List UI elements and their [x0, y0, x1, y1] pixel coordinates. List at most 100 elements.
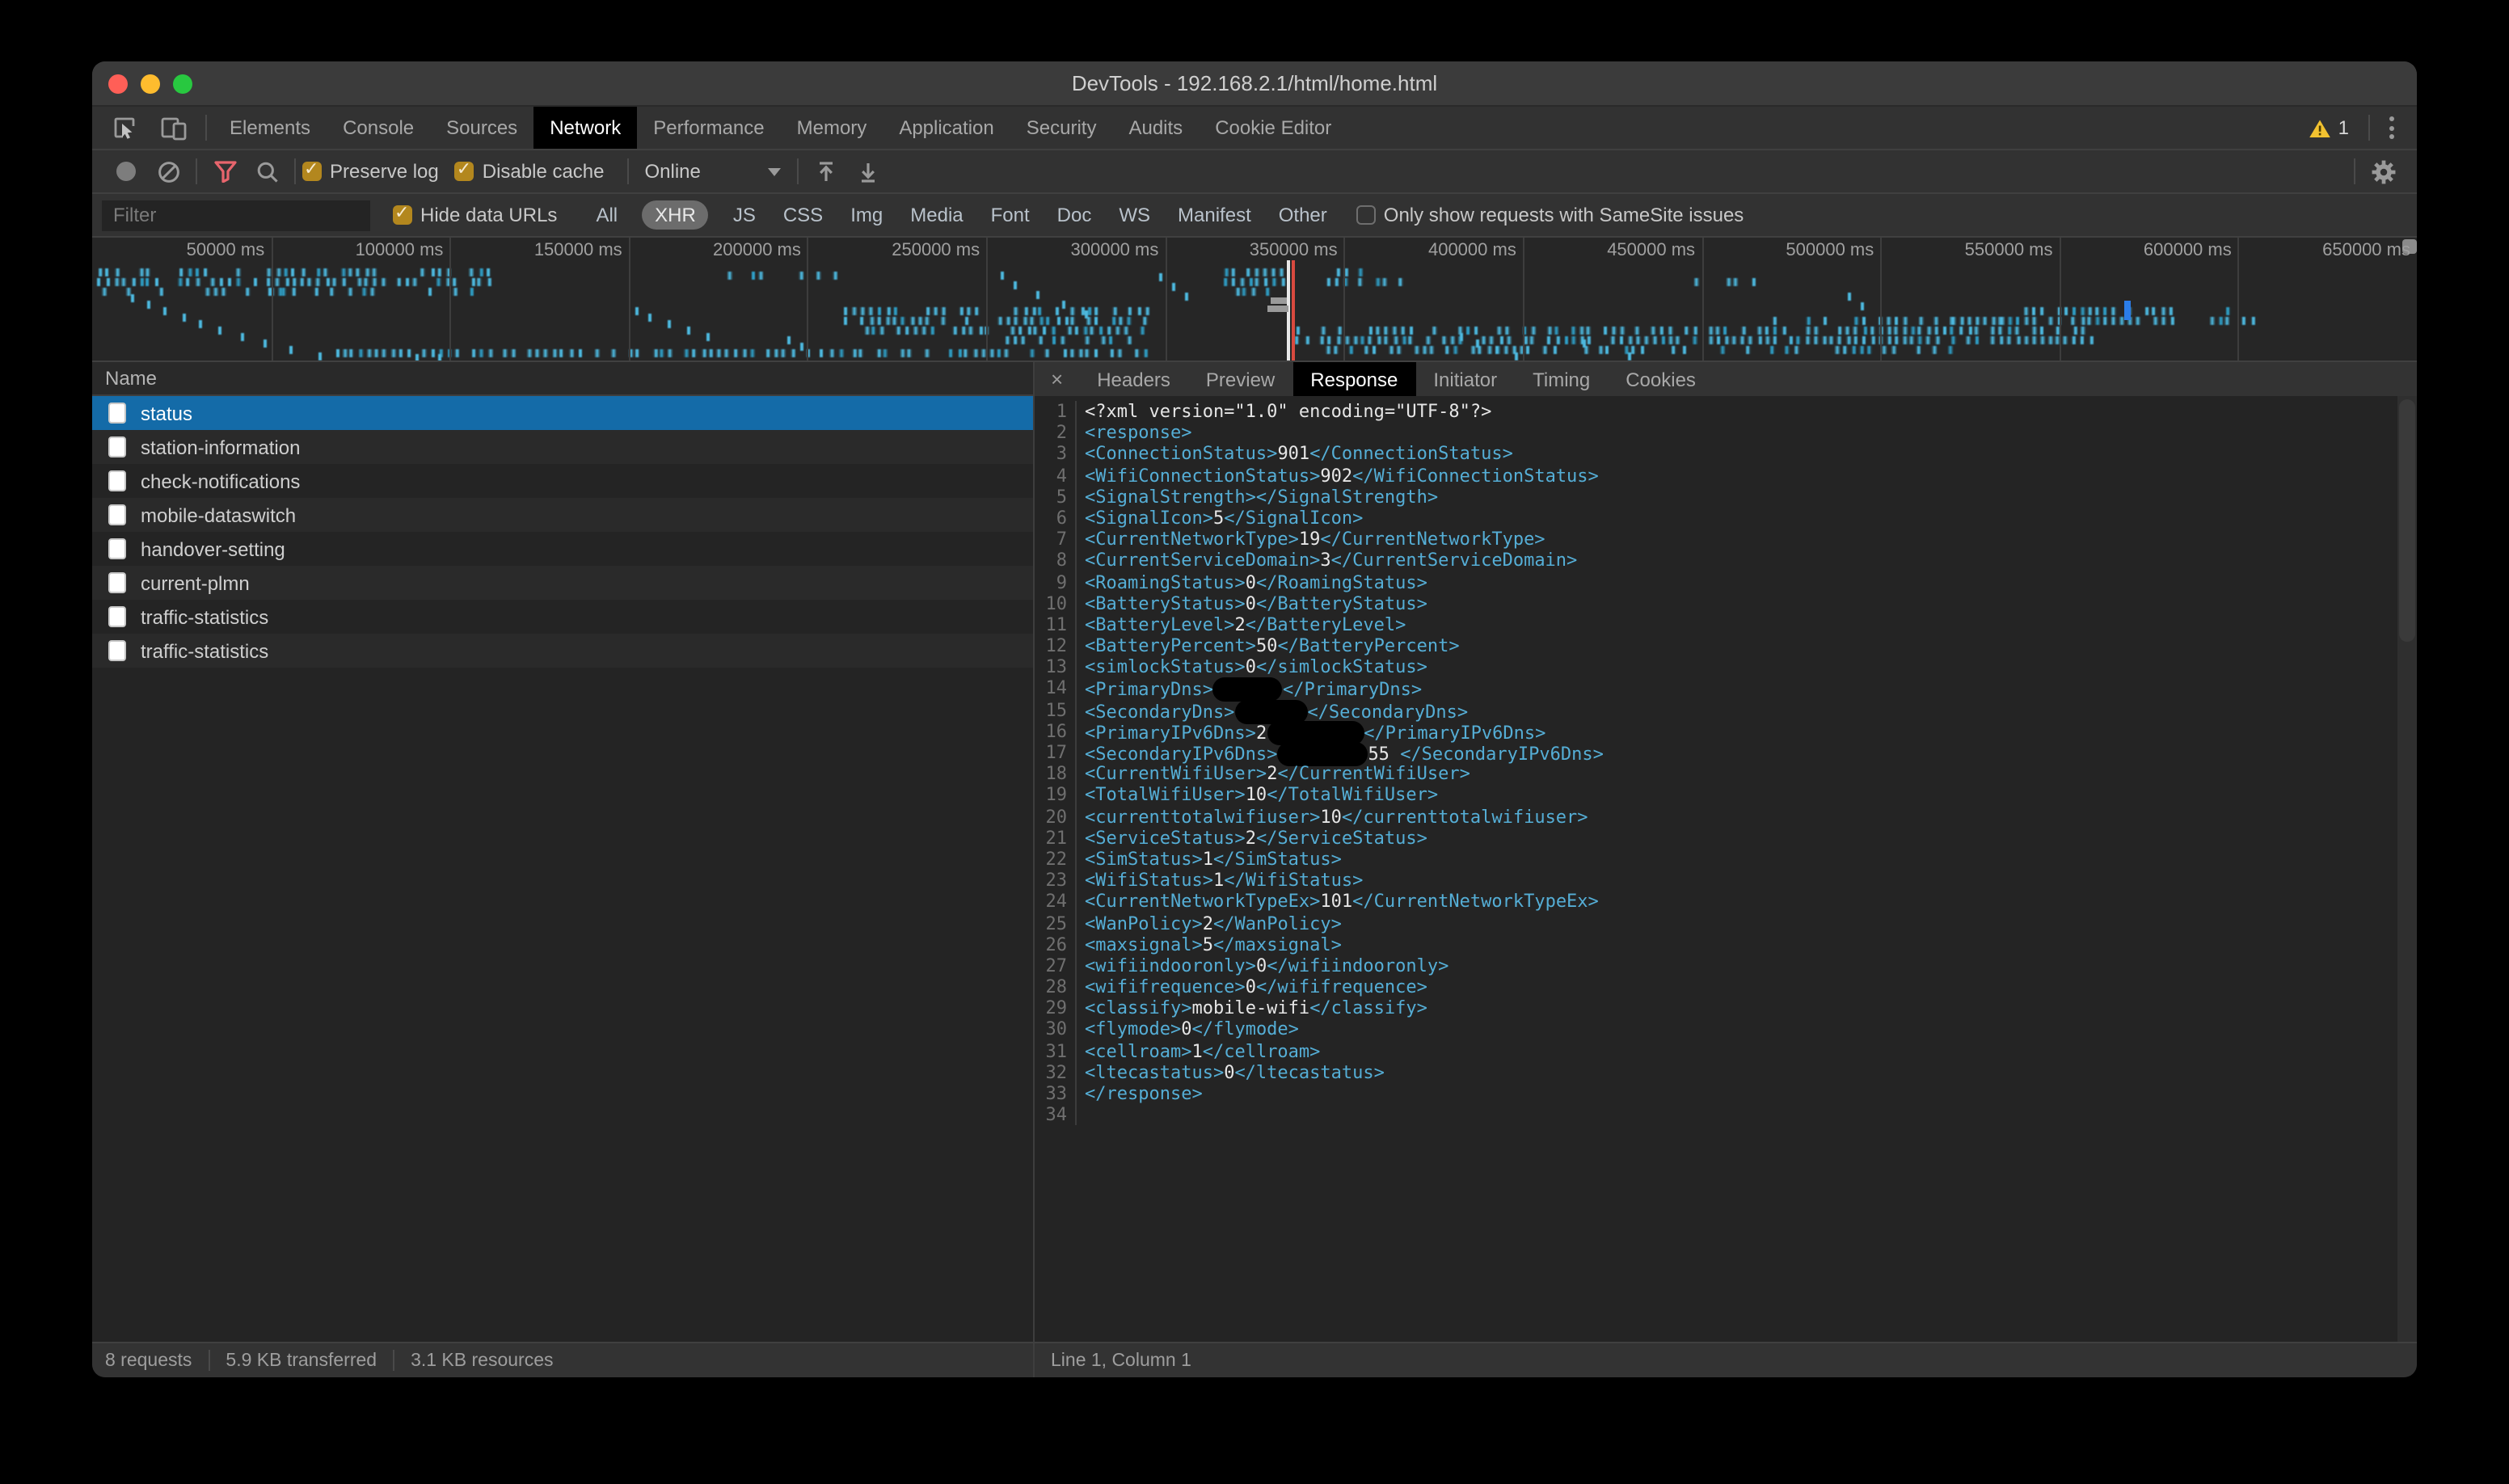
samesite-checkbox[interactable]: [1356, 205, 1376, 225]
network-overview-timeline[interactable]: 50000 ms100000 ms150000 ms200000 ms25000…: [92, 238, 2417, 362]
detail-tab-timing[interactable]: Timing: [1515, 362, 1608, 396]
line-number: 1: [1035, 401, 1077, 422]
preserve-log-checkbox[interactable]: [302, 162, 322, 181]
response-scrollbar-thumb[interactable]: [2399, 399, 2415, 642]
filter-type-other[interactable]: Other: [1276, 200, 1330, 230]
tab-security[interactable]: Security: [1010, 107, 1113, 149]
filter-type-font[interactable]: Font: [988, 200, 1033, 230]
more-options-icon[interactable]: [2376, 116, 2407, 139]
line-number: 10: [1035, 592, 1077, 613]
filter-type-all[interactable]: All: [592, 200, 621, 230]
xml-tag: <CurrentNetworkType>: [1085, 529, 1299, 550]
line-number: 22: [1035, 849, 1077, 870]
filter-input[interactable]: [102, 200, 370, 230]
timeline-gridline: [1165, 238, 1166, 360]
timeline-gridline: [2060, 238, 2061, 360]
zoom-window-button[interactable]: [173, 74, 192, 93]
throttling-dropdown[interactable]: Online: [635, 160, 791, 183]
tab-memory[interactable]: Memory: [781, 107, 883, 149]
timeline-tick-label: 500000 ms: [1786, 241, 1880, 260]
code-line: 1<?xml version="1.0" encoding="UTF-8"?>: [1035, 401, 2417, 422]
xml-tag: </SecondaryIPv6Dns>: [1400, 744, 1604, 765]
tab-audits[interactable]: Audits: [1112, 107, 1199, 149]
detail-tab-preview[interactable]: Preview: [1188, 362, 1292, 396]
settings-gear-icon[interactable]: [2362, 154, 2404, 188]
search-icon[interactable]: [246, 154, 288, 188]
detail-tab-cookies[interactable]: Cookies: [1608, 362, 1714, 396]
xml-tag: <RoamingStatus>: [1085, 571, 1246, 592]
import-har-icon[interactable]: [806, 154, 848, 188]
code-line: 23<WifiStatus>1</WifiStatus>: [1035, 870, 2417, 891]
xml-value: 55: [1368, 744, 1400, 765]
filter-type-media[interactable]: Media: [907, 200, 966, 230]
filter-type-css[interactable]: CSS: [780, 200, 826, 230]
xml-tag: <cellroam>: [1085, 1040, 1191, 1061]
request-row-check-notifications[interactable]: check-notifications: [92, 464, 1033, 498]
filter-type-doc[interactable]: Doc: [1054, 200, 1095, 230]
detail-tab-initiator[interactable]: Initiator: [1415, 362, 1515, 396]
filter-type-img[interactable]: Img: [847, 200, 886, 230]
xml-tag: <classify>: [1085, 998, 1191, 1019]
request-row-station-information[interactable]: station-information: [92, 430, 1033, 464]
line-number: 32: [1035, 1062, 1077, 1083]
detail-tab-response[interactable]: Response: [1292, 362, 1415, 396]
tab-console[interactable]: Console: [327, 107, 430, 149]
request-list: statusstation-informationcheck-notificat…: [92, 396, 1033, 668]
close-detail-icon[interactable]: ×: [1035, 362, 1079, 396]
document-icon: [108, 403, 126, 424]
divider: [2368, 115, 2370, 141]
code-line: 33</response>: [1035, 1083, 2417, 1104]
request-row-mobile-dataswitch[interactable]: mobile-dataswitch: [92, 498, 1033, 532]
tab-application[interactable]: Application: [883, 107, 1010, 149]
request-row-status[interactable]: status: [92, 396, 1033, 430]
timeline-gridline: [2238, 238, 2240, 360]
request-name: current-plmn: [141, 571, 250, 594]
filter-type-manifest[interactable]: Manifest: [1174, 200, 1254, 230]
name-column-header[interactable]: Name: [92, 362, 1033, 396]
xml-tag: </CurrentWifiUser>: [1277, 763, 1470, 784]
document-icon: [108, 538, 126, 559]
close-window-button[interactable]: [108, 74, 128, 93]
tab-performance[interactable]: Performance: [637, 107, 780, 149]
filter-type-xhr[interactable]: XHR: [642, 200, 709, 230]
title-bar: DevTools - 192.168.2.1/html/home.html: [92, 61, 2417, 107]
filter-type-ws[interactable]: WS: [1115, 200, 1153, 230]
xml-tag: <SecondaryIPv6Dns>: [1085, 744, 1277, 765]
divider: [205, 115, 207, 141]
line-number: 21: [1035, 828, 1077, 849]
filter-type-js[interactable]: JS: [730, 200, 759, 230]
line-number: 18: [1035, 763, 1077, 784]
line-number: 30: [1035, 1019, 1077, 1040]
xml-tag: <SignalIcon>: [1085, 508, 1213, 529]
code-line: 18<CurrentWifiUser>2</CurrentWifiUser>: [1035, 763, 2417, 784]
tab-sources[interactable]: Sources: [430, 107, 533, 149]
request-row-current-plmn[interactable]: current-plmn: [92, 566, 1033, 600]
disable-cache-checkbox[interactable]: [455, 162, 474, 181]
warnings-badge[interactable]: 1: [2296, 116, 2362, 139]
xml-tag: <flymode>: [1085, 1019, 1181, 1040]
line-number: 20: [1035, 806, 1077, 827]
document-icon: [108, 504, 126, 525]
record-button[interactable]: [105, 154, 147, 188]
line-number: 25: [1035, 913, 1077, 934]
code-line: 29<classify>mobile-wifi</classify>: [1035, 998, 2417, 1019]
throttling-value: Online: [645, 160, 701, 183]
export-har-icon[interactable]: [848, 154, 890, 188]
inspect-element-icon[interactable]: [105, 111, 144, 145]
request-row-traffic-statistics[interactable]: traffic-statistics: [92, 600, 1033, 634]
filter-funnel-icon[interactable]: [204, 154, 246, 188]
tab-elements[interactable]: Elements: [213, 107, 327, 149]
xml-value: 1: [1203, 849, 1213, 870]
clear-requests-icon[interactable]: [147, 154, 189, 188]
hide-data-urls-checkbox[interactable]: [393, 205, 412, 225]
xml-tag: </WifiStatus>: [1224, 870, 1363, 891]
tab-cookie-editor[interactable]: Cookie Editor: [1199, 107, 1347, 149]
device-toolbar-icon[interactable]: [154, 111, 192, 145]
request-row-handover-setting[interactable]: handover-setting: [92, 532, 1033, 566]
timeline-tick-label: 450000 ms: [1607, 241, 1701, 260]
minimize-window-button[interactable]: [141, 74, 160, 93]
code-line: 28<wififrequence>0</wififrequence>: [1035, 976, 2417, 997]
tab-network[interactable]: Network: [533, 107, 637, 149]
detail-tab-headers[interactable]: Headers: [1079, 362, 1188, 396]
request-row-traffic-statistics[interactable]: traffic-statistics: [92, 634, 1033, 668]
